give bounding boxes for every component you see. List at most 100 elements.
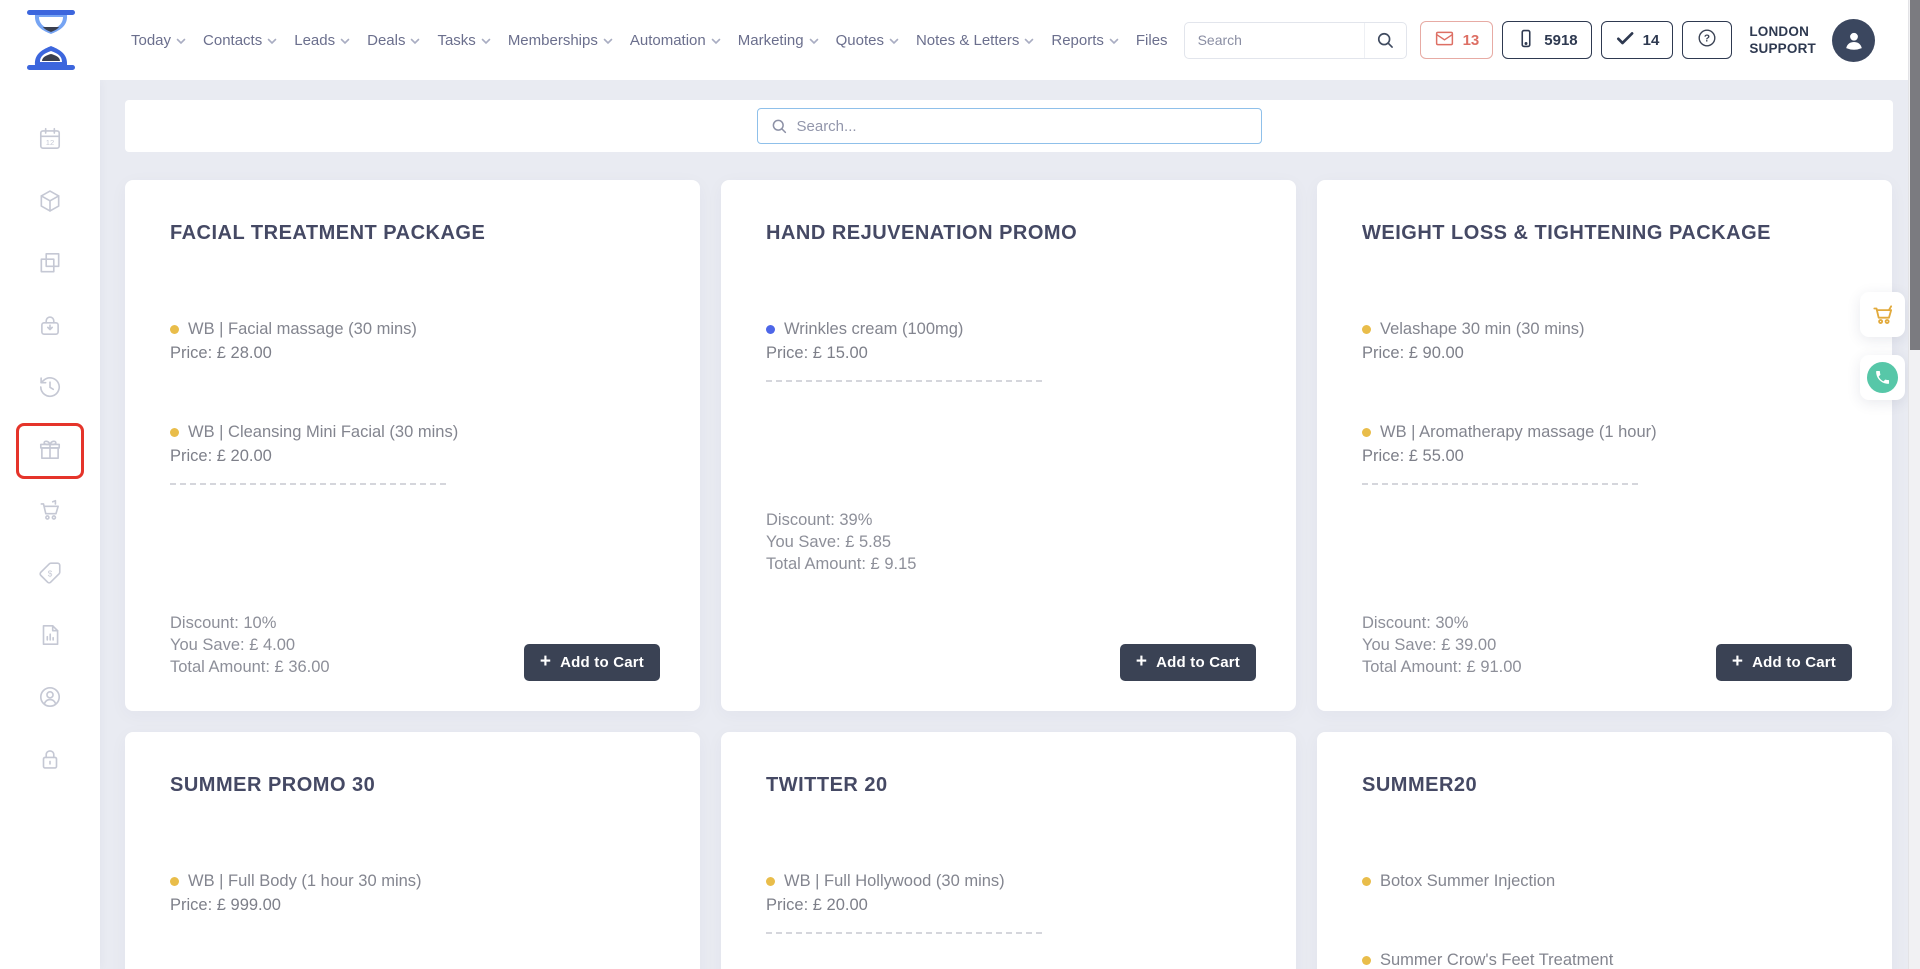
package-items: WB | Full Body (1 hour 30 mins)Price: £ … bbox=[170, 870, 660, 916]
floating-cart-button[interactable] bbox=[1860, 292, 1905, 337]
packages-grid: FACIAL TREATMENT PACKAGEWB | Facial mass… bbox=[125, 180, 1893, 969]
package-icon bbox=[37, 188, 63, 219]
total-amount-line: Total Amount: £ 9.15 bbox=[766, 553, 1256, 575]
add-to-cart-button[interactable]: +Add to Cart bbox=[1716, 644, 1852, 681]
sidebar-item-bag[interactable] bbox=[16, 299, 84, 355]
nav-item-label: Quotes bbox=[836, 32, 884, 49]
package-items: Velashape 30 min (30 mins)Price: £ 90.00… bbox=[1362, 318, 1852, 467]
item-bullet-yellow bbox=[766, 877, 775, 886]
scrollbar bbox=[1908, 0, 1920, 969]
mail-badge[interactable]: 13 bbox=[1420, 21, 1494, 59]
item-bullet-yellow bbox=[1362, 877, 1371, 886]
app-logo-icon[interactable] bbox=[25, 9, 77, 71]
nav-item-marketing[interactable]: Marketing bbox=[738, 32, 819, 49]
package-item: Velashape 30 min (30 mins)Price: £ 90.00 bbox=[1362, 318, 1852, 364]
help-badge[interactable]: ? bbox=[1682, 21, 1732, 59]
package-items: Botox Summer Injection Summer Crow's Feet… bbox=[1362, 870, 1852, 969]
user-avatar[interactable] bbox=[1832, 19, 1875, 62]
sidebar-item-cart[interactable] bbox=[16, 485, 84, 541]
chevron-down-icon bbox=[1109, 32, 1119, 49]
package-card-summer-promo-30: SUMMER PROMO 30WB | Full Body (1 hour 30… bbox=[125, 732, 700, 969]
svg-text:?: ? bbox=[1704, 34, 1710, 45]
item-price: Price: £ 20.00 bbox=[170, 445, 660, 467]
chevron-down-icon bbox=[267, 32, 277, 49]
sidebar-item-account[interactable] bbox=[16, 671, 84, 727]
phone-badge[interactable]: 5918 bbox=[1502, 21, 1591, 59]
item-name: Botox Summer Injection bbox=[1380, 870, 1555, 892]
svg-text:$: $ bbox=[48, 569, 53, 578]
item-name: WB | Full Hollywood (30 mins) bbox=[784, 870, 1005, 892]
package-items: WB | Facial massage (30 mins)Price: £ 28… bbox=[170, 318, 660, 467]
floating-call-button[interactable] bbox=[1860, 355, 1905, 400]
chevron-down-icon bbox=[340, 32, 350, 49]
package-item: WB | Aromatherapy massage (1 hour)Price:… bbox=[1362, 421, 1852, 467]
nav-item-label: Reports bbox=[1051, 32, 1104, 49]
you-save-line: You Save: £ 5.85 bbox=[766, 531, 1256, 553]
global-search-input[interactable] bbox=[1185, 32, 1364, 48]
item-price: Price: £ 28.00 bbox=[170, 342, 660, 364]
nav-item-notes-letters[interactable]: Notes & Letters bbox=[916, 32, 1034, 49]
chevron-down-icon bbox=[711, 32, 721, 49]
content-header-bar bbox=[125, 100, 1893, 152]
package-item: WB | Full Body (1 hour 30 mins)Price: £ … bbox=[170, 870, 660, 916]
nav-item-files[interactable]: Files bbox=[1136, 32, 1168, 49]
nav-item-label: Files bbox=[1136, 32, 1168, 49]
plus-icon: + bbox=[540, 652, 551, 671]
cart-icon bbox=[1870, 302, 1896, 328]
sidebar-item-history[interactable] bbox=[16, 361, 84, 417]
navbar-right-cluster: 13 5918 14 ? bbox=[1184, 0, 1875, 80]
nav-item-contacts[interactable]: Contacts bbox=[203, 32, 277, 49]
nav-item-quotes[interactable]: Quotes bbox=[836, 32, 899, 49]
item-price: Price: £ 15.00 bbox=[766, 342, 1256, 364]
tasks-badge[interactable]: 14 bbox=[1601, 21, 1674, 59]
item-name: WB | Facial massage (30 mins) bbox=[188, 318, 417, 340]
nav-item-label: Today bbox=[131, 32, 171, 49]
add-to-cart-label: Add to Cart bbox=[1156, 654, 1240, 671]
nav-item-today[interactable]: Today bbox=[131, 32, 186, 49]
sidebar-item-copy[interactable] bbox=[16, 237, 84, 293]
sidebar-item-tag[interactable]: $ bbox=[16, 547, 84, 603]
search-icon bbox=[770, 117, 788, 135]
sidebar-item-lock[interactable] bbox=[16, 733, 84, 789]
sidebar-item-package[interactable] bbox=[16, 175, 84, 231]
nav-item-deals[interactable]: Deals bbox=[367, 32, 420, 49]
search-icon[interactable] bbox=[1364, 23, 1406, 58]
sidebar-item-calendar[interactable]: 12 bbox=[16, 113, 84, 169]
package-title: WEIGHT LOSS & TIGHTENING PACKAGE bbox=[1362, 220, 1852, 246]
mail-count: 13 bbox=[1463, 32, 1480, 49]
package-card-facial-treatment-package: FACIAL TREATMENT PACKAGEWB | Facial mass… bbox=[125, 180, 700, 711]
nav-item-leads[interactable]: Leads bbox=[294, 32, 350, 49]
tasks-count: 14 bbox=[1643, 32, 1660, 49]
package-search-input[interactable] bbox=[797, 118, 1249, 135]
item-bullet-yellow bbox=[170, 325, 179, 334]
add-to-cart-label: Add to Cart bbox=[1752, 654, 1836, 671]
user-label: LONDON SUPPORT bbox=[1749, 23, 1816, 57]
item-name: WB | Full Body (1 hour 30 mins) bbox=[188, 870, 422, 892]
discount-line: Discount: 10% bbox=[170, 612, 660, 634]
nav-item-tasks[interactable]: Tasks bbox=[437, 32, 490, 49]
gift-icon bbox=[37, 436, 63, 467]
scrollbar-thumb[interactable] bbox=[1910, 0, 1920, 350]
copy-icon bbox=[37, 250, 63, 281]
package-card-twitter-20: TWITTER 20 WB | Full Hollywood (30 mins)P… bbox=[721, 732, 1296, 969]
sidebar-item-report[interactable] bbox=[16, 609, 84, 665]
chevron-down-icon bbox=[481, 32, 491, 49]
nav-item-memberships[interactable]: Memberships bbox=[508, 32, 613, 49]
item-name: WB | Cleansing Mini Facial (30 mins) bbox=[188, 421, 458, 443]
package-items: WB | Full Hollywood (30 mins)Price: £ 20… bbox=[766, 870, 1256, 916]
nav-item-label: Memberships bbox=[508, 32, 598, 49]
lock-icon bbox=[37, 746, 63, 777]
sidebar-item-gift[interactable] bbox=[16, 423, 84, 479]
nav-item-automation[interactable]: Automation bbox=[630, 32, 721, 49]
chevron-down-icon bbox=[603, 32, 613, 49]
nav-item-label: Leads bbox=[294, 32, 335, 49]
package-search bbox=[757, 108, 1262, 144]
add-to-cart-button[interactable]: +Add to Cart bbox=[524, 644, 660, 681]
nav-item-reports[interactable]: Reports bbox=[1051, 32, 1119, 49]
item-bullet-yellow bbox=[1362, 325, 1371, 334]
item-name: Summer Crow's Feet Treatment bbox=[1380, 949, 1613, 969]
left-sidebar: 12 $ bbox=[0, 80, 100, 969]
package-title: SUMMER20 bbox=[1362, 772, 1852, 798]
package-title: TWITTER 20 bbox=[766, 772, 1256, 798]
add-to-cart-button[interactable]: +Add to Cart bbox=[1120, 644, 1256, 681]
